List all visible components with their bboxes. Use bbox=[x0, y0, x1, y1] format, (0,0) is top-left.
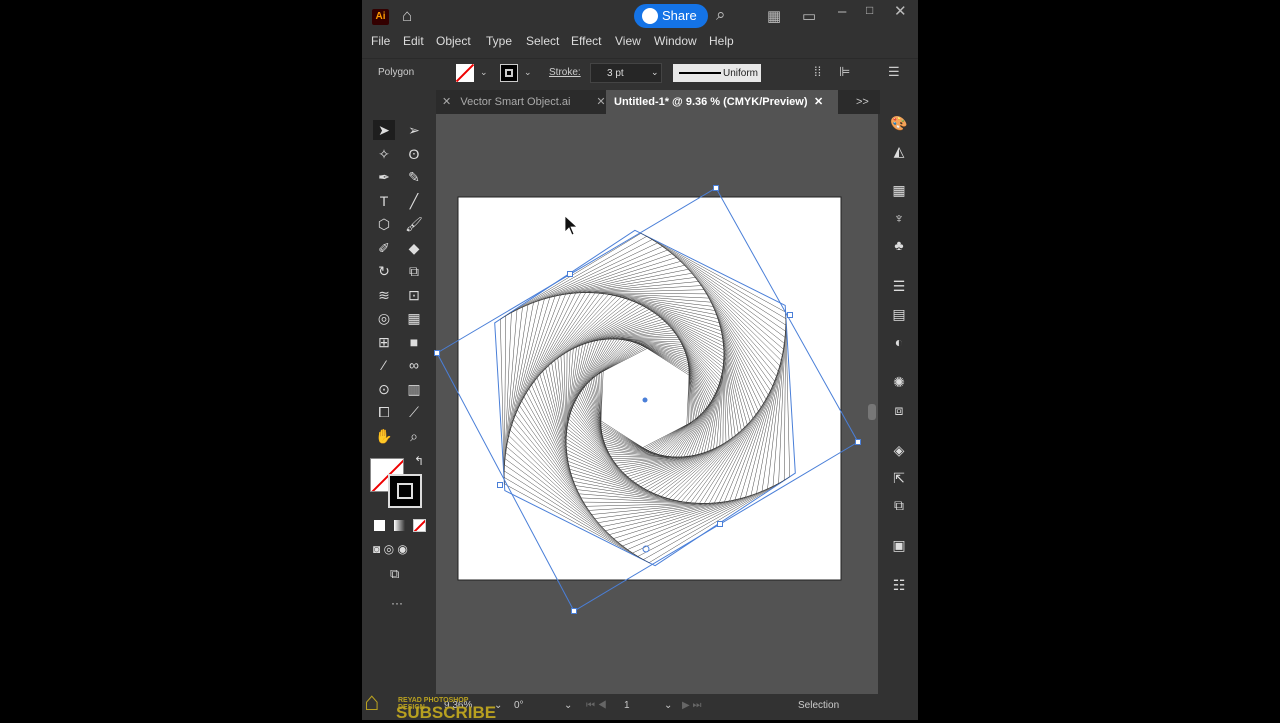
selection-handle[interactable] bbox=[855, 439, 861, 445]
selection-handle[interactable] bbox=[567, 271, 573, 277]
selection-handle[interactable] bbox=[434, 350, 440, 356]
center-point bbox=[642, 397, 648, 403]
selection-handle[interactable] bbox=[571, 608, 577, 614]
selection-handle[interactable] bbox=[717, 521, 723, 527]
selection-handle[interactable] bbox=[713, 185, 719, 191]
selection-handle[interactable] bbox=[787, 312, 793, 318]
artwork-layer bbox=[434, 185, 861, 614]
selection-handle[interactable] bbox=[497, 482, 503, 488]
